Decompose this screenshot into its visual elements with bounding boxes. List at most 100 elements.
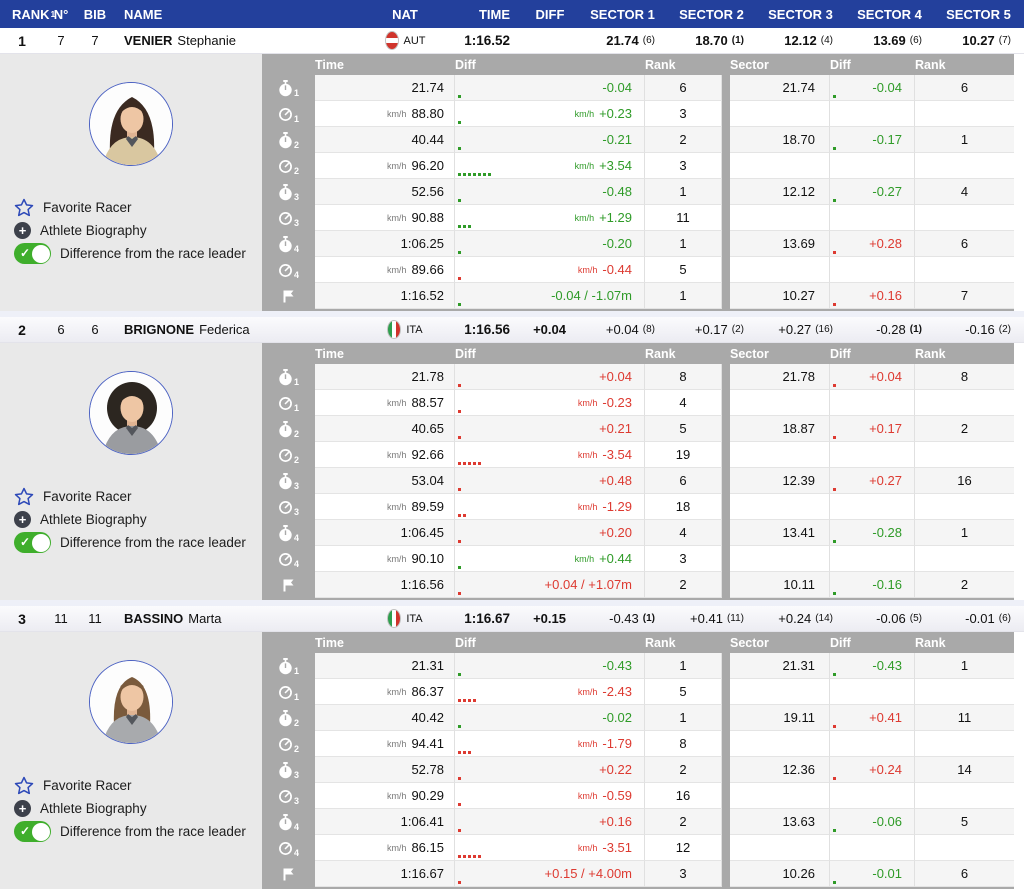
trend-dots [458,410,461,413]
racer-name[interactable]: BRIGNONE Federica [112,317,362,342]
racer-summary-row[interactable]: 1 7 7 VENIER Stephanie AUT 1:16.52 21.74(… [0,28,1024,54]
difference-toggle-row[interactable]: ✓ Difference from the race leader [14,242,256,265]
toggle-on-icon[interactable]: ✓ [14,243,51,264]
sector-rank: 6 [915,861,1014,887]
racer-name[interactable]: VENIER Stephanie [112,28,362,53]
sector-diff [830,546,915,572]
racer-summary-row[interactable]: 3 11 11 BASSINO Marta ITA 1:16.67 +0.15 -… [0,606,1024,632]
split-row-timer3: 3 53.04 +0.48 6 12.39 +0.27 16 [262,468,1014,494]
col-sector-1[interactable]: SECTOR 1 [578,7,667,22]
speedometer-icon [279,685,292,699]
sector-time [730,442,830,468]
racer-nat: ITA [362,317,448,342]
athlete-biography-button[interactable]: + Athlete Biography [14,797,256,820]
split-row-speed4: 4 km/h 89.66 km/h -0.44 5 [262,257,1014,283]
summary-sector-5: -0.01 (6) [965,611,1011,626]
racer-diff: +0.15 [533,611,566,626]
split-row-timer3: 3 52.78 +0.22 2 12.36 +0.24 14 [262,757,1014,783]
intermediate-time: km/h 90.10 [315,546,455,572]
racer-list: 1 7 7 VENIER Stephanie AUT 1:16.52 21.74(… [0,28,1024,889]
summary-sector-2: +0.17 (2) [694,322,744,337]
col-number[interactable]: N° [44,7,78,22]
intermediate-diff: +0.04 / +1.07m [455,572,645,598]
sector-diff [830,835,915,861]
stopwatch-icon [279,79,292,96]
speedometer-icon [279,107,292,121]
sector-trend-dots [833,436,836,439]
favorite-racer-button[interactable]: Favorite Racer [14,196,256,219]
col-bib[interactable]: BIB [78,7,112,22]
difference-toggle-row[interactable]: ✓ Difference from the race leader [14,531,256,554]
intermediate-rank: 2 [645,809,722,835]
trend-dots [458,566,461,569]
sector-time: 13.63 [730,809,830,835]
split-times-table: Time Diff Rank Sector Diff Rank 1 21.31 … [262,632,1014,889]
split-row-speed3: 3 km/h 89.59 km/h -1.29 18 [262,494,1014,520]
favorite-racer-button[interactable]: Favorite Racer [14,485,256,508]
toggle-on-icon[interactable]: ✓ [14,821,51,842]
col-diff[interactable]: DIFF [522,7,578,22]
sector-diff [830,101,915,127]
trend-dots [458,829,461,832]
stopwatch-icon [279,709,292,726]
toggle-on-icon[interactable]: ✓ [14,532,51,553]
col-sector-3[interactable]: SECTOR 3 [756,7,845,22]
intermediate-diff: km/h -0.59 [455,783,645,809]
trend-dots [458,855,481,858]
racer-number: 11 [54,611,68,626]
racer-detail-block: Favorite Racer + Athlete Biography ✓ Dif… [0,632,1024,889]
sector-trend-dots [833,251,836,254]
athlete-biography-button[interactable]: + Athlete Biography [14,219,256,242]
intermediate-rank: 3 [645,153,722,179]
col-name[interactable]: NAME [112,7,362,22]
intermediate-diff: +0.15 / +4.00m [455,861,645,887]
sector-rank [915,257,1014,283]
plus-icon: + [14,511,31,528]
col-nat[interactable]: NAT [362,7,448,22]
sector-rank: 8 [915,364,1014,390]
racer-detail-block: Favorite Racer + Athlete Biography ✓ Dif… [0,54,1024,311]
difference-toggle-row[interactable]: ✓ Difference from the race leader [14,820,256,843]
sector-time: 21.78 [730,364,830,390]
summary-sector-5: -0.16 (2) [965,322,1011,337]
sector-diff: -0.43 [830,653,915,679]
trend-dots [458,540,461,543]
trend-dots [458,592,461,595]
split-row-speed1: 1 km/h 86.37 km/h -2.43 5 [262,679,1014,705]
trend-dots [458,147,461,150]
col-rank[interactable]: RANK 1 [0,7,55,22]
results-table-header: RANK 1 N° BIB NAME NAT TIME DIFF SECTOR 1… [0,0,1024,28]
sector-trend-dots [833,147,836,150]
finish-flag-icon [283,868,294,880]
col-sector-2[interactable]: SECTOR 2 [667,7,756,22]
intermediate-rank: 19 [645,442,722,468]
sector-trend-dots [833,881,836,884]
sector-trend-dots [833,303,836,306]
col-sector-4[interactable]: SECTOR 4 [845,7,934,22]
sector-time: 10.11 [730,572,830,598]
speedometer-icon [279,159,292,173]
stopwatch-icon [279,813,292,830]
sector-time: 13.69 [730,231,830,257]
intermediate-diff: +0.48 [455,468,645,494]
col-time[interactable]: TIME [448,7,522,22]
sector-time: 12.12 [730,179,830,205]
racer-name[interactable]: BASSINO Marta [112,606,362,631]
trend-dots [458,251,461,254]
favorite-racer-button[interactable]: Favorite Racer [14,774,256,797]
col-sector-5[interactable]: SECTOR 5 [934,7,1023,22]
flag-icon [387,609,402,628]
intermediate-time: km/h 90.88 [315,205,455,231]
intermediate-rank: 6 [645,75,722,101]
flag-icon [384,31,399,50]
speedometer-icon [279,396,292,410]
sector-diff: +0.04 [830,364,915,390]
intermediate-diff: km/h -1.79 [455,731,645,757]
trend-dots [458,803,461,806]
summary-sector-4: -0.06 (5) [876,611,922,626]
intermediate-diff: +0.16 [455,809,645,835]
racer-summary-row[interactable]: 2 6 6 BRIGNONE Federica ITA 1:16.56 +0.04… [0,317,1024,343]
sector-trend-dots [833,725,836,728]
trend-dots [458,462,481,465]
athlete-biography-button[interactable]: + Athlete Biography [14,508,256,531]
